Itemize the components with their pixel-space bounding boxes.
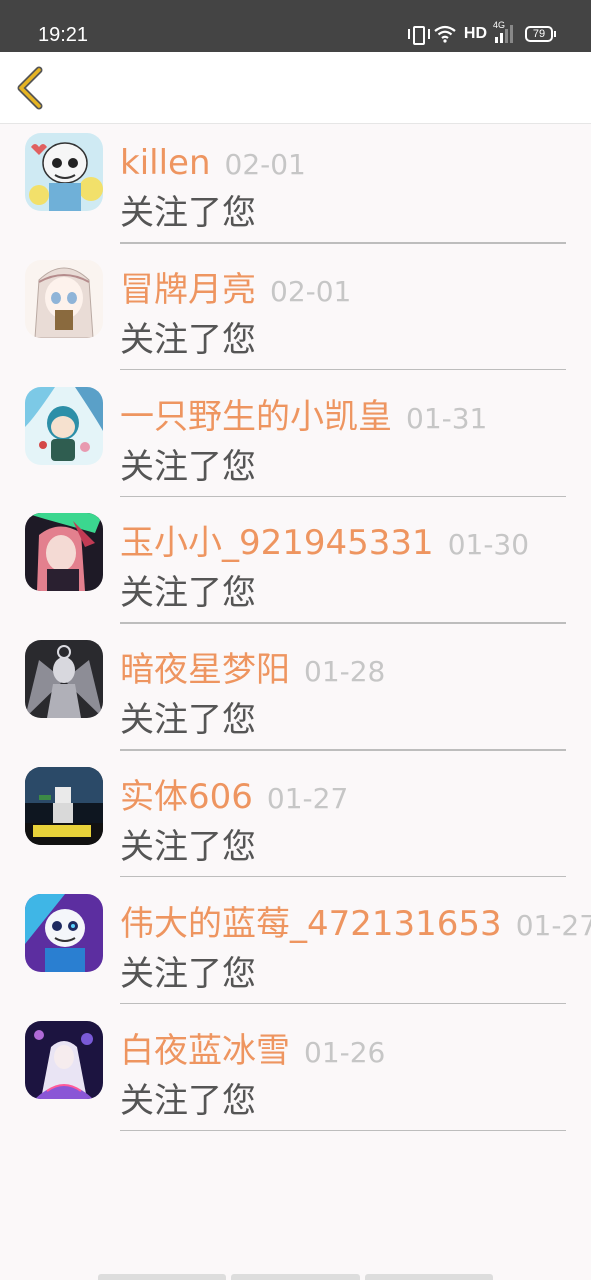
username[interactable]: 暗夜星梦阳 bbox=[120, 650, 290, 690]
follow-list: killen 02-01 关注了您 冒牌月亮 02-01 关注了您 一只野生的小… bbox=[0, 125, 591, 1139]
status-icons: HD 4G 79 bbox=[407, 20, 556, 45]
message-text: 关注了您 bbox=[120, 700, 256, 741]
list-item[interactable]: 玉小小_921945331 01-30 关注了您 bbox=[0, 505, 591, 632]
message-text: 关注了您 bbox=[120, 826, 256, 867]
message-text: 关注了您 bbox=[120, 573, 256, 614]
list-item[interactable]: 白夜蓝冰雪 01-26 关注了您 bbox=[0, 1013, 591, 1140]
avatar[interactable] bbox=[25, 766, 103, 845]
date: 01-28 bbox=[304, 655, 386, 689]
signal-icon: 4G bbox=[493, 20, 517, 43]
avatar[interactable] bbox=[25, 259, 103, 338]
date: 01-27 bbox=[515, 908, 591, 942]
network-label: HD bbox=[463, 25, 487, 42]
signal-tag: 4G bbox=[493, 20, 506, 30]
navigation-bar bbox=[98, 1274, 493, 1280]
dark-angel-avatar bbox=[25, 640, 103, 719]
avatar[interactable] bbox=[25, 513, 103, 592]
top-bar bbox=[0, 52, 591, 124]
list-item[interactable]: 一只野生的小凯皇 01-31 关注了您 bbox=[0, 379, 591, 506]
blue-skeleton-avatar bbox=[25, 893, 103, 972]
avatar[interactable] bbox=[25, 386, 103, 465]
nav-segment[interactable] bbox=[364, 1274, 493, 1280]
date: 01-30 bbox=[447, 528, 530, 562]
chibi-character-avatar bbox=[25, 386, 103, 465]
date: 02-01 bbox=[270, 274, 352, 308]
divider bbox=[120, 368, 566, 371]
nav-segment[interactable] bbox=[98, 1274, 227, 1280]
date: 02-01 bbox=[224, 148, 306, 181]
date: 01-31 bbox=[406, 401, 488, 435]
divider bbox=[120, 875, 566, 878]
divider bbox=[120, 242, 566, 244]
divider bbox=[120, 749, 566, 751]
username[interactable]: 实体606 bbox=[120, 777, 253, 817]
avatar[interactable] bbox=[25, 640, 103, 719]
list-item[interactable]: 冒牌月亮 02-01 关注了您 bbox=[0, 252, 591, 379]
list-item[interactable]: 实体606 01-27 关注了您 bbox=[0, 759, 591, 886]
message-text: 关注了您 bbox=[120, 319, 256, 360]
battery-icon: 79 bbox=[525, 26, 556, 42]
divider bbox=[120, 1002, 566, 1005]
message-text: 关注了您 bbox=[120, 193, 256, 233]
status-time: 19:21 bbox=[38, 24, 89, 46]
wifi-icon bbox=[434, 25, 456, 43]
divider bbox=[120, 622, 566, 624]
avatar[interactable] bbox=[25, 1020, 103, 1099]
list-item[interactable]: 伟大的蓝莓_472131653 01-27 关注了您 bbox=[0, 886, 591, 1013]
vibrate-icon bbox=[407, 25, 430, 45]
anime-girl-avatar bbox=[25, 259, 103, 338]
avatar[interactable] bbox=[25, 893, 103, 972]
chevron-left-icon bbox=[17, 66, 43, 110]
list-item[interactable]: killen 02-01 关注了您 bbox=[0, 125, 591, 252]
nav-segment[interactable] bbox=[231, 1274, 360, 1280]
status-bar: 19:21 HD 4G 79 bbox=[0, 0, 591, 52]
date: 01-26 bbox=[304, 1035, 386, 1069]
username[interactable]: 伟大的蓝莓_472131653 bbox=[120, 904, 502, 944]
username[interactable]: killen bbox=[120, 143, 211, 183]
username[interactable]: 玉小小_921945331 bbox=[120, 523, 434, 563]
avatar[interactable] bbox=[25, 133, 103, 211]
message-text: 关注了您 bbox=[120, 446, 256, 487]
list-item[interactable]: 暗夜星梦阳 01-28 关注了您 bbox=[0, 632, 591, 759]
message-text: 关注了您 bbox=[120, 953, 256, 994]
divider bbox=[120, 1129, 566, 1132]
date: 01-27 bbox=[266, 781, 349, 815]
message-text: 关注了您 bbox=[120, 1080, 256, 1121]
sans-skeleton-avatar bbox=[25, 133, 103, 211]
username[interactable]: 一只野生的小凯皇 bbox=[120, 397, 392, 437]
blocky-figure-avatar bbox=[25, 766, 103, 845]
username[interactable]: 冒牌月亮 bbox=[120, 270, 256, 310]
username[interactable]: 白夜蓝冰雪 bbox=[120, 1031, 290, 1071]
divider bbox=[120, 495, 566, 498]
pink-hair-girl-avatar bbox=[25, 513, 103, 592]
back-button[interactable] bbox=[10, 62, 54, 114]
purple-night-girl-avatar bbox=[25, 1020, 103, 1099]
